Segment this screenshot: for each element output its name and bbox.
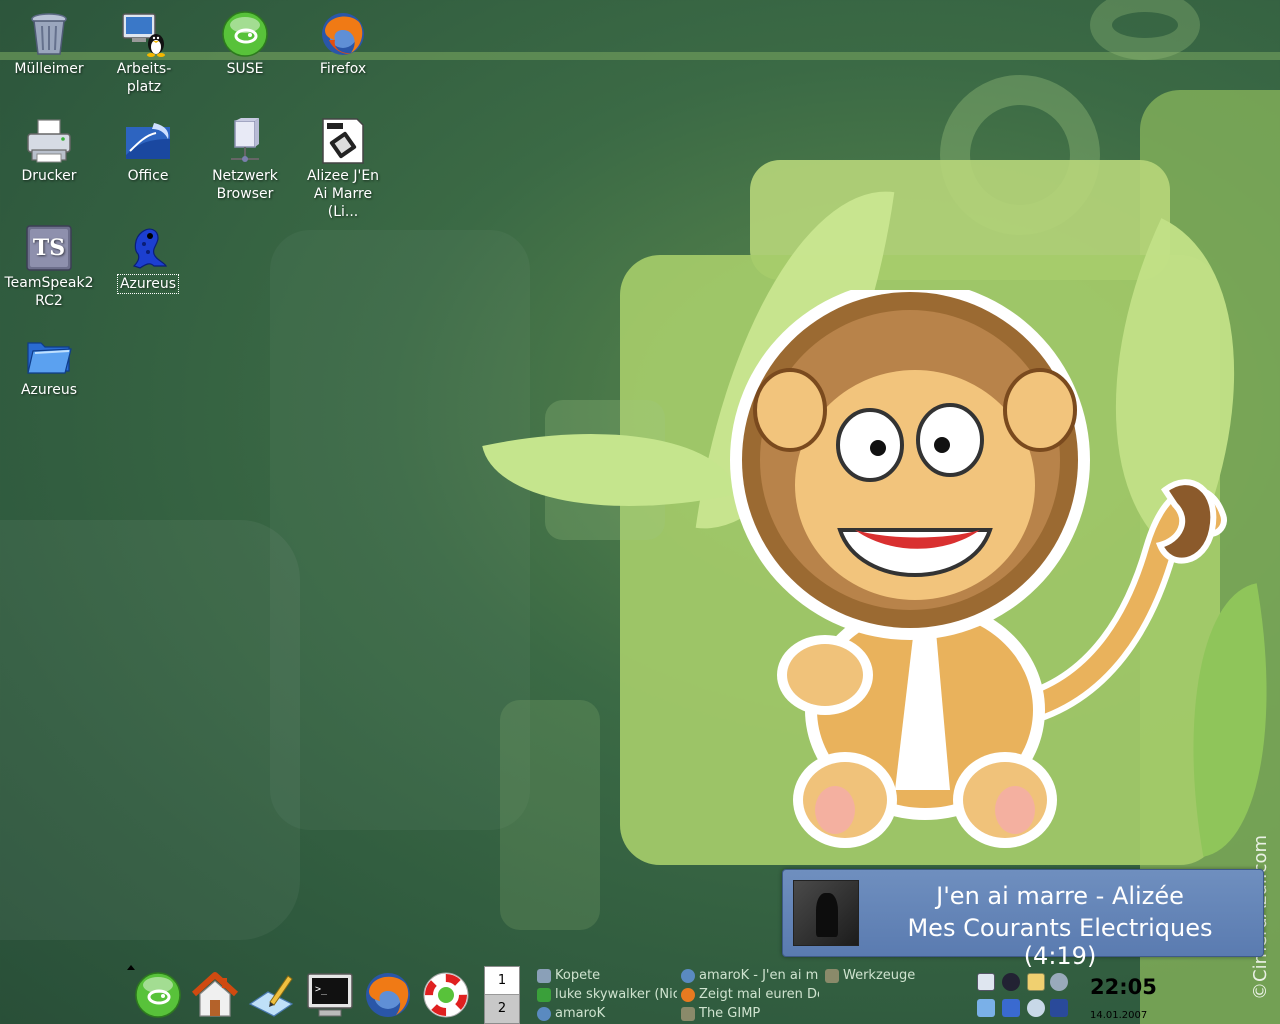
wallpaper-ring [1090,0,1200,60]
desktop-icon-azureus-folder[interactable]: Azureus [1,331,97,399]
editor-icon[interactable] [246,970,296,1020]
desktop-icon-azureus[interactable]: Azureus [100,224,196,294]
task-label: Zeigt mal euren De [699,987,819,1002]
home-icon[interactable] [190,970,240,1020]
trash-icon [31,13,67,55]
desktop-icon-label: Arbeits- platz [116,61,172,95]
desktop-icon-label: Netzwerk Browser [212,168,278,202]
workstation-icon [122,13,165,57]
wallpaper-shape [0,520,300,940]
task-gimp-tools[interactable]: Werkzeuge [825,967,965,985]
amarok-icon [681,969,695,983]
globe-tray-icon[interactable] [1027,999,1045,1017]
desktop-icon-label: Firefox [319,61,367,77]
teamspeak-icon: TS [26,225,72,271]
amarok-tray-icon[interactable] [1050,973,1068,991]
svg-text:TS: TS [33,235,65,261]
task-gimp[interactable]: The GIMP [681,1005,819,1023]
kopete-chat-icon [537,988,551,1002]
desktop-icon-label: Alizee J'En Ai Marre (Li... [306,168,380,220]
suse-menu-icon[interactable] [133,970,183,1020]
clock-date[interactable]: 14.01.2007 [1090,1010,1147,1021]
klipper-tray-icon[interactable] [1027,973,1045,991]
wallpaper-band [0,52,1280,60]
osd-track-title: J'en ai marre - Alizée [936,882,1184,910]
pager-desktop-1[interactable]: 1 [485,967,519,995]
desktop-icon-firefox[interactable]: Firefox [295,10,391,78]
desktop-icon-label: SUSE [226,61,264,77]
wallpaper-shape [270,230,530,830]
lion-mascot-illustration [730,290,1227,848]
task-label: amaroK - J'en ai ma [699,968,819,983]
task-kopete[interactable]: Kopete [537,967,677,985]
amarok-icon [537,1007,551,1021]
task-firefox[interactable]: Zeigt mal euren De [681,986,819,1004]
wallpaper-ring [940,75,1100,235]
firefox-icon [681,988,695,1002]
desktop-icon-trash[interactable]: Mülleimer [1,10,97,78]
now-playing-osd[interactable]: J'en ai marre - Alizée Mes Courants Elec… [782,869,1264,970]
task-label: Werkzeuge [843,968,916,983]
task-label: The GIMP [699,1006,761,1021]
office-icon [126,123,170,159]
pager-desktop-2[interactable]: 2 [485,995,519,1023]
wallpaper-shape [545,400,665,540]
wallpaper-shape [500,700,600,930]
firefox-icon[interactable] [363,970,413,1020]
kopete-icon [537,969,551,983]
desktop-icon-network-browser[interactable]: Netzwerk Browser [197,117,293,203]
desktop-icon-label: Drucker [21,168,77,184]
wallpaper-shape [750,160,1170,280]
svg-text:>_: >_ [315,984,328,995]
virtual-desktop-pager[interactable]: 1 2 [484,966,520,1024]
gimp-icon [681,1007,695,1021]
search-tray-icon[interactable] [977,973,995,991]
task-amarok-player[interactable]: amaroK - J'en ai ma [681,967,819,985]
video-file-icon [322,118,364,164]
desktop-icon-office[interactable]: Office [100,117,196,185]
terminal-icon[interactable]: >_ [305,970,355,1020]
network-tray-icon[interactable] [1002,999,1020,1017]
task-amarok[interactable]: amaroK [537,1005,677,1023]
desktop-icon-suse[interactable]: SUSE [197,10,293,78]
desktop-icon-label: Office [127,168,169,184]
printer-icon [27,119,71,163]
task-label: amaroK [555,1006,606,1021]
penguin-tray-icon[interactable] [1002,973,1020,991]
suse-icon [222,11,268,57]
azureus-frog-icon [132,228,167,269]
task-label: Kopete [555,968,601,983]
clock-time[interactable]: 22:05 [1090,975,1157,999]
bluetooth-tray-icon[interactable] [1050,999,1068,1017]
task-kopete-chat[interactable]: luke skywalker (Nic [537,986,677,1004]
gimp-tools-icon [825,969,839,983]
desktop-icon-label: Mülleimer [14,61,84,77]
desktop-icon-alizee-video[interactable]: Alizee J'En Ai Marre (Li... [295,117,391,221]
desktop-icon-workstation[interactable]: Arbeits- platz [96,10,192,96]
desktop-icon-label: TeamSpeak2 RC2 [4,275,94,309]
desktop-icon-label: Azureus [20,382,78,398]
network-browser-icon [231,118,259,162]
desktop-icon-teamspeak[interactable]: TS TeamSpeak2 RC2 [1,224,97,310]
desktop-icon-printer[interactable]: Drucker [1,117,97,185]
task-label: luke skywalker (Nic [555,987,677,1002]
wallpaper-leaf [482,396,738,544]
folder-icon [27,342,72,374]
firefox-icon [322,13,364,55]
volume-icon[interactable] [977,999,995,1017]
desktop-icon-label: Azureus [116,274,180,294]
album-cover-image [793,880,859,946]
help-icon[interactable] [421,970,471,1020]
